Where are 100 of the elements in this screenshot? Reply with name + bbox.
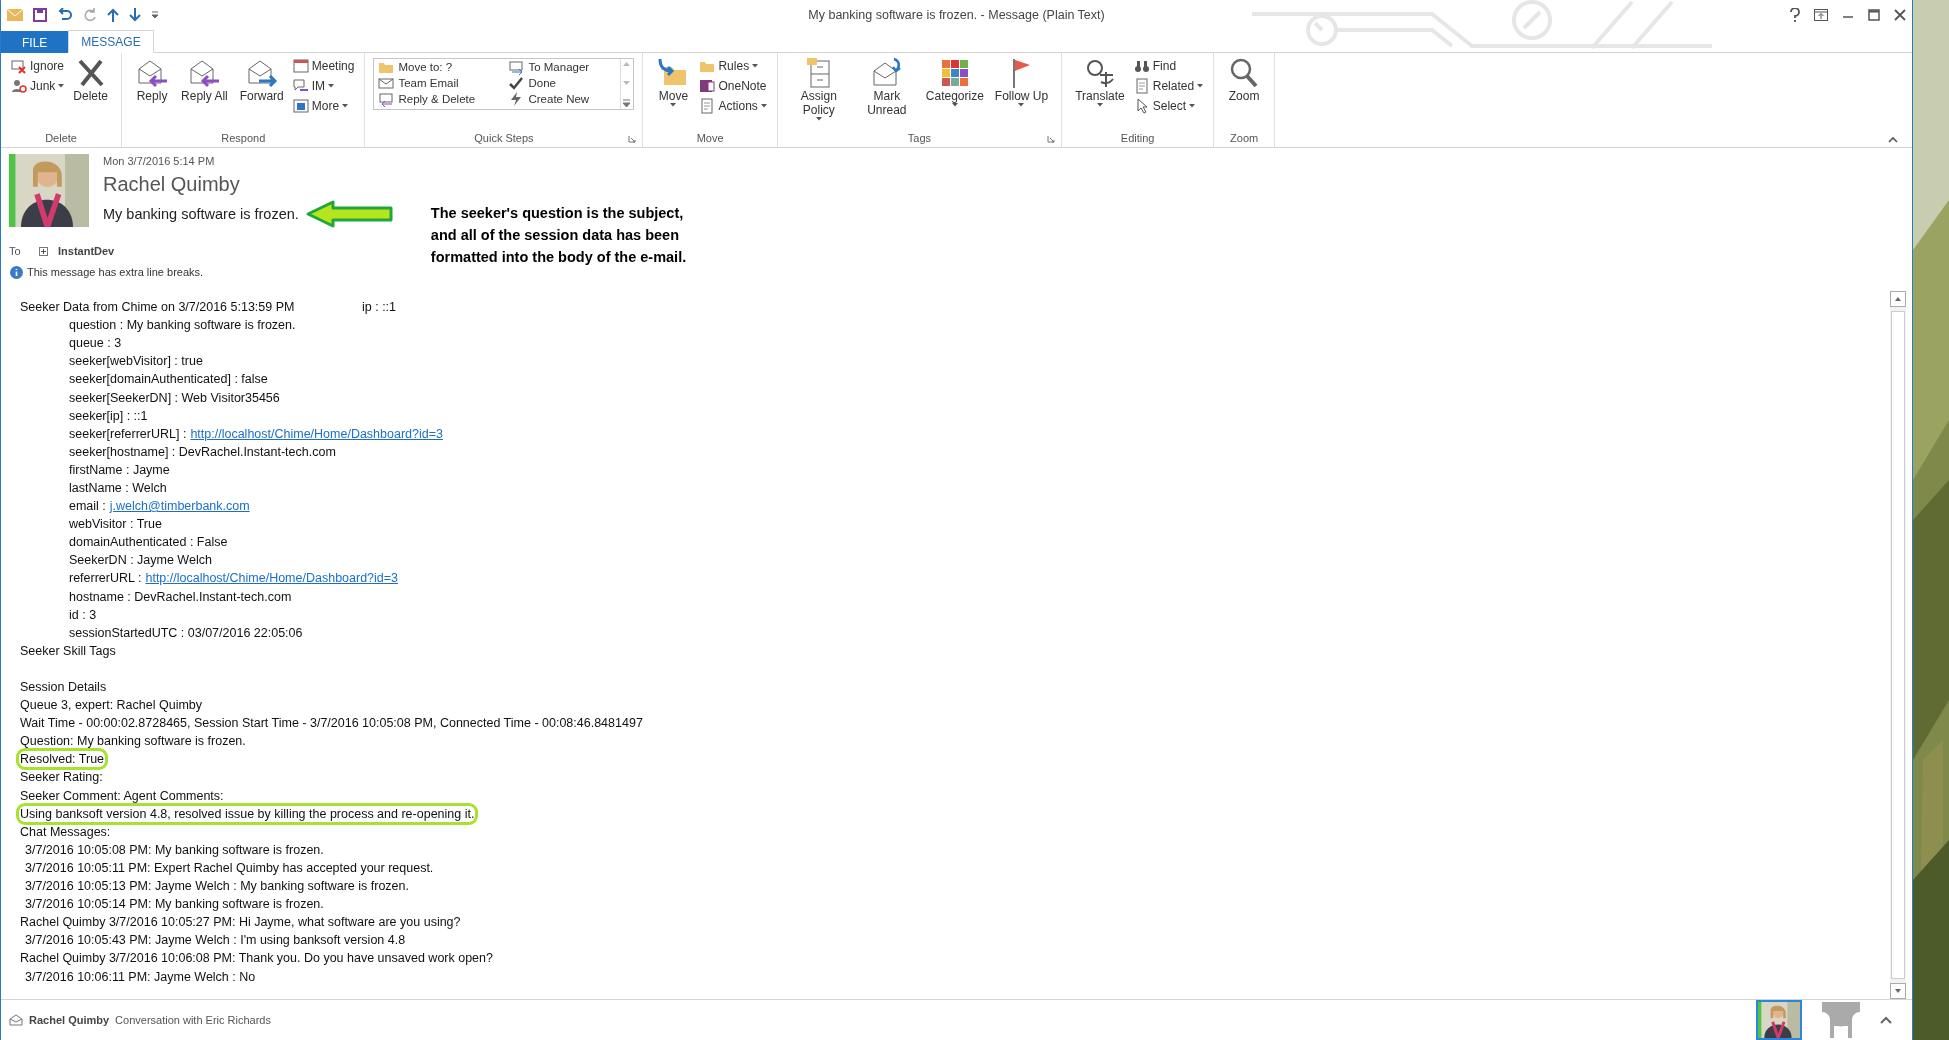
chat-icon (292, 77, 309, 94)
ribbon-button[interactable]: Reply All (176, 55, 233, 105)
message-date: Mon 3/7/2016 5:14 PM (103, 155, 216, 167)
save-icon[interactable] (33, 8, 47, 22)
dialog-launcher-icon[interactable] (628, 135, 637, 143)
message-line: Session Details (20, 680, 107, 694)
quick-step-item[interactable]: To Manager (506, 59, 619, 75)
message-link[interactable]: http://localhost/Chime/Home/Dashboard?id=3 (190, 426, 443, 441)
ribbon-button[interactable]: Actions (697, 96, 769, 115)
scrollbar[interactable] (1890, 291, 1906, 999)
group-label: Delete (45, 132, 77, 144)
up-arrow-icon[interactable] (107, 8, 119, 22)
annotation-text: formatted into the body of the e-mail. (430, 248, 687, 267)
ribbon-button[interactable]: Related (1131, 76, 1206, 95)
recipient-name[interactable]: InstantDev (58, 245, 115, 257)
ribbon-button[interactable]: Translate (1070, 55, 1130, 109)
quick-step-item[interactable]: Team Email (376, 75, 507, 91)
ribbon-button[interactable]: Categorize (921, 55, 988, 109)
message-line: Wait Time - 00:00:02.8728465, Session Start Time - 3/7/2016 10:05:08 PM, Connected Time - 00:08:46.8481497 (20, 716, 643, 731)
message-line: Seeker Rating: (20, 770, 103, 785)
message-subject: My banking software is frozen. (103, 206, 299, 222)
check-icon (508, 75, 525, 91)
ribbon-button[interactable]: Delete (68, 55, 114, 105)
envelope-cross-icon (11, 57, 27, 74)
ribbon-button[interactable]: Meeting (290, 56, 357, 75)
group-label: Move (696, 132, 724, 144)
ribbon-button[interactable]: Mark Unread (853, 55, 920, 119)
ribbon-tab[interactable]: FILE (1, 31, 69, 53)
info-message: This message has extra line breaks. (27, 266, 204, 278)
message-line: firstName : Jayme (69, 462, 170, 477)
dialog-launcher-icon[interactable] (1047, 135, 1056, 143)
group-label: Tags (907, 132, 932, 144)
ribbon-display-icon[interactable] (1814, 9, 1828, 21)
quick-step-item[interactable]: Reply & Delete (376, 91, 507, 107)
expand-icon[interactable] (39, 246, 48, 256)
maximize-icon[interactable] (1868, 9, 1880, 21)
message-link[interactable]: j.welch@timberbank.com (109, 499, 250, 514)
ribbon-button[interactable]: Ignore (9, 56, 67, 75)
status-text: Conversation with Eric Richards (115, 1014, 272, 1026)
group-label: Editing (1120, 132, 1155, 144)
message-line: queue : 3 (69, 336, 122, 351)
close-icon[interactable] (1894, 9, 1906, 21)
message-line: hostname : DevRachel.Instant-tech.com (69, 589, 292, 604)
customize-icon[interactable] (151, 11, 159, 19)
help-icon[interactable] (1790, 8, 1800, 22)
ribbon-button[interactable]: Move (651, 55, 696, 109)
calendar-icon (292, 57, 309, 74)
message-line: sessionStartedUTC : 03/07/2016 22:05:06 (69, 625, 303, 640)
info-icon (10, 265, 23, 279)
message-line: Rachel Quimby 3/7/2016 10:06:08 PM: Thank you. Do you have unsaved work open? (20, 951, 493, 966)
annotation-text: and all of the session data has been (430, 226, 681, 245)
envelope-icon (9, 1014, 23, 1026)
ribbon-button[interactable]: Select (1131, 96, 1206, 115)
quick-step-item[interactable]: Done (506, 75, 619, 91)
ribbon-button[interactable]: OneNote (697, 76, 769, 95)
group-label: Zoom (1230, 132, 1259, 144)
scroll-down-icon[interactable] (1890, 983, 1906, 999)
ribbon-button[interactable]: Follow Up (989, 55, 1054, 109)
more-icon (292, 97, 309, 114)
message-link[interactable]: http://localhost/Chime/Home/Dashboard?id=3 (145, 571, 399, 586)
ribbon-button[interactable]: Zoom (1222, 55, 1267, 105)
message-line: referrerURL : http://localhost/Chime/Home/Dashboard?id=3 (69, 571, 399, 586)
message-line: 3/7/2016 10:06:11 PM: Jayme Welch : No (25, 969, 256, 984)
chevron-up-icon[interactable] (1880, 1016, 1892, 1024)
message-line: Seeker Data from Chime on 3/7/2016 5:13:59 PM ip : ::1 (20, 300, 397, 315)
message-line: seeker[ip] : ::1 (69, 408, 148, 423)
ribbon-tab[interactable]: MESSAGE (68, 30, 154, 53)
down-arrow-icon[interactable] (129, 8, 141, 22)
expand-gallery-icon[interactable] (621, 97, 633, 109)
collapse-ribbon-icon[interactable] (1888, 136, 1898, 143)
message-line: Chat Messages: (20, 824, 111, 839)
message-line: seeker[referrerURL] : http://localhost/Chime/Home/Dashboard?id=3 (69, 426, 443, 441)
undo-icon[interactable] (57, 8, 73, 22)
message-line: Seeker Comment: Agent Comments: (20, 788, 224, 803)
annotation-text: The seeker's question is the subject, (430, 204, 685, 223)
ribbon-button[interactable]: More (290, 96, 357, 115)
message-line: 3/7/2016 10:05:11 PM: Expert Rachel Quimby has accepted your request. (25, 860, 434, 875)
notebook-icon (699, 77, 716, 94)
envelope-arrow-icon (378, 91, 395, 107)
ribbon-button[interactable]: Assign Policy (785, 55, 852, 123)
ribbon-button[interactable]: IM (290, 76, 357, 95)
message-line: seeker[domainAuthenticated] : false (69, 372, 268, 387)
message-line: id : 3 (69, 607, 97, 622)
message-line: 3/7/2016 10:05:43 PM: Jayme Welch : I'm using banksoft version 4.8 (25, 933, 406, 948)
message-line: Question: My banking software is frozen. (20, 734, 246, 749)
scroll-up-icon[interactable] (1890, 291, 1906, 307)
ribbon-button[interactable]: Junk (9, 76, 67, 95)
quick-step-item[interactable]: Move to: ? (376, 59, 507, 75)
message-line: Seeker Skill Tags (20, 643, 116, 658)
ribbon-button[interactable]: Rules (697, 56, 769, 75)
to-label: To (9, 245, 22, 257)
message-line: question : My banking software is frozen. (69, 318, 296, 333)
message-line: 3/7/2016 10:05:14 PM: My banking software is frozen. (25, 897, 324, 912)
ribbon-button[interactable]: Reply (130, 55, 175, 105)
document-icon (1133, 77, 1150, 94)
ribbon-button[interactable]: Forward (234, 55, 289, 105)
window-title: My banking software is frozen. - Message (Plain Text) (808, 8, 1105, 22)
group-label: Quick Steps (474, 132, 534, 144)
ribbon-button[interactable]: Find (1131, 56, 1206, 75)
quick-step-item[interactable]: Create New (506, 91, 619, 107)
